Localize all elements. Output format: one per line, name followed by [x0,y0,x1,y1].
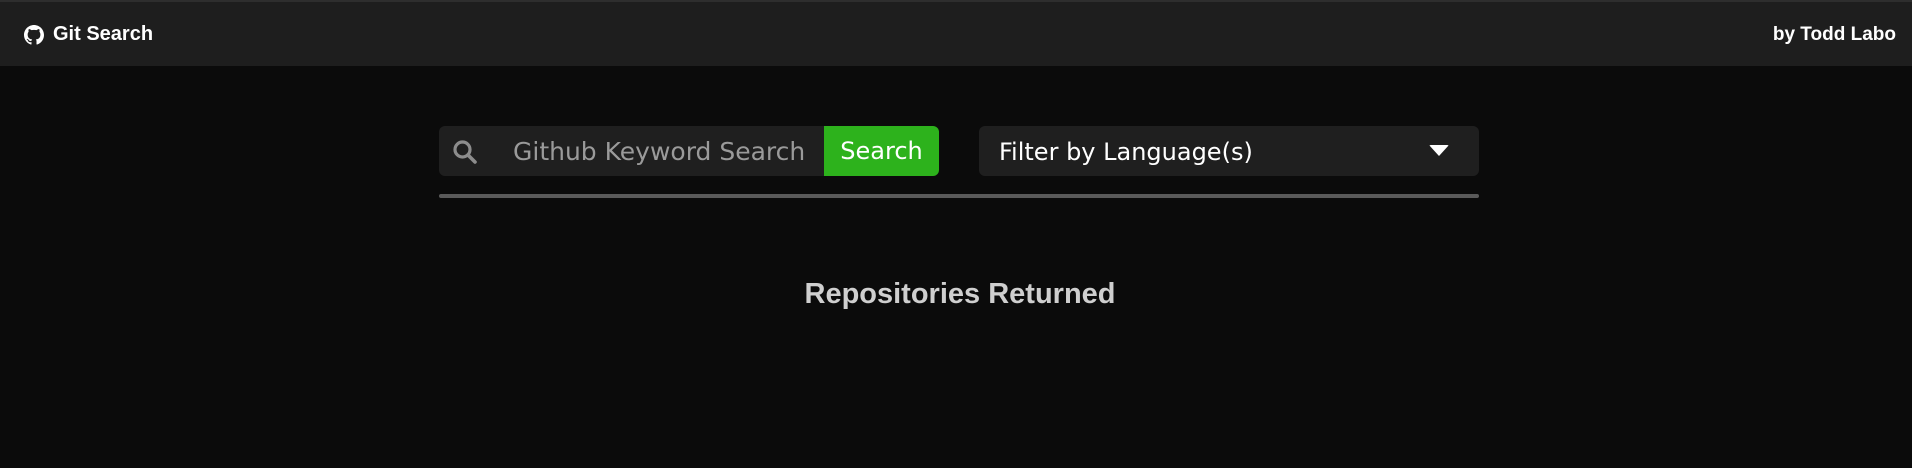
search-group: Search [439,126,939,176]
results-title: Repositories Returned [804,278,1116,310]
language-filter-dropdown[interactable]: Filter by Language(s) [979,126,1479,176]
divider [439,194,1479,198]
brand-label: Git Search [53,23,154,45]
navbar: Git Search by Todd Labo [0,0,1912,66]
github-icon [24,24,44,45]
search-icon [453,140,477,164]
search-button[interactable]: Search [824,126,939,176]
brand-link[interactable]: Git Search [24,23,153,46]
search-box [439,126,824,176]
author-link[interactable]: by Todd Labo [1773,24,1896,46]
search-input[interactable] [513,126,813,176]
caret-down-icon [1429,145,1449,156]
language-filter-label: Filter by Language(s) [999,138,1253,166]
